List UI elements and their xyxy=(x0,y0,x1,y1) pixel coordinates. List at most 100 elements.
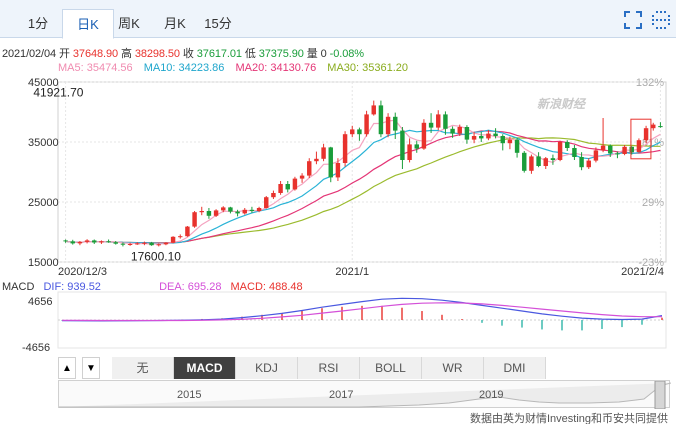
y-tick-label: 35000 xyxy=(28,137,59,149)
candle-body xyxy=(493,133,498,136)
indicator-wr[interactable]: WR xyxy=(422,357,484,379)
candle-body xyxy=(335,163,341,178)
indicator-tabs: 无 MACD KDJ RSI BOLL WR DMI xyxy=(112,357,552,379)
candle xyxy=(285,181,290,193)
candle xyxy=(479,131,484,142)
y-tick-label: 15000 xyxy=(28,257,59,269)
candle-body xyxy=(486,133,491,139)
candle xyxy=(436,110,441,130)
indicator-none[interactable]: 无 xyxy=(112,357,174,379)
candle-body xyxy=(342,134,348,163)
candle-body xyxy=(99,241,104,243)
candle-body xyxy=(350,129,355,135)
candle xyxy=(178,234,183,239)
y-tick-label: 25000 xyxy=(28,197,59,209)
ma10-line xyxy=(65,129,661,244)
candle-body xyxy=(579,157,584,168)
indicator-macd[interactable]: MACD xyxy=(174,357,236,379)
candle xyxy=(350,125,355,138)
candle xyxy=(199,206,204,216)
candle-body xyxy=(550,158,556,160)
overview-handle[interactable] xyxy=(654,381,666,409)
candle-body xyxy=(92,240,97,243)
candle-body xyxy=(206,211,212,216)
scroll-left-button[interactable]: ▲ xyxy=(58,357,76,379)
candle xyxy=(357,127,362,141)
candle-body xyxy=(658,126,663,128)
ma20-line xyxy=(65,130,661,244)
candle-body xyxy=(271,193,276,198)
candle-body xyxy=(149,242,154,246)
candle xyxy=(658,122,663,128)
candle xyxy=(385,113,391,138)
indicator-rsi[interactable]: RSI xyxy=(298,357,360,379)
candle-body xyxy=(299,175,305,179)
candle xyxy=(550,154,556,165)
candle-body xyxy=(593,150,599,161)
candle-body xyxy=(364,114,369,135)
scroll-right-button[interactable]: ▼ xyxy=(82,357,100,379)
candle xyxy=(557,140,563,162)
candle-body xyxy=(371,105,376,115)
candle-body xyxy=(522,152,527,171)
macd-title: MACD xyxy=(2,281,35,293)
candle-body xyxy=(127,244,133,245)
candle xyxy=(278,181,283,195)
candle xyxy=(622,145,627,156)
candle-body xyxy=(436,114,441,128)
candle xyxy=(400,127,405,169)
candle-body xyxy=(77,241,83,244)
candle-body xyxy=(321,147,326,159)
candle-body xyxy=(106,241,111,243)
candle-body xyxy=(264,197,269,208)
candle-body xyxy=(292,178,298,190)
macd-ytick-top: 4656 xyxy=(28,296,53,308)
candle-body xyxy=(278,184,283,193)
candle xyxy=(651,122,656,131)
candle xyxy=(514,137,520,158)
candle-body xyxy=(464,127,470,140)
overview-year-2019: 2019 xyxy=(479,389,504,401)
candle-body xyxy=(407,144,412,160)
overview-navigator[interactable]: 2015 2017 2019 xyxy=(58,380,671,409)
macd-ytick-bottom: -4656 xyxy=(22,342,51,354)
indicator-boll[interactable]: BOLL xyxy=(360,357,422,379)
candle-body xyxy=(307,161,312,176)
candle-body xyxy=(314,158,319,162)
candle-body xyxy=(536,156,541,166)
candle-body xyxy=(586,160,591,168)
candle-body xyxy=(385,116,391,135)
candle xyxy=(314,151,319,165)
indicator-kdj[interactable]: KDJ xyxy=(236,357,298,379)
candle-body xyxy=(443,114,448,129)
candle-body xyxy=(142,242,147,244)
overview-year-2015: 2015 xyxy=(177,389,202,401)
candle xyxy=(307,158,312,178)
candle-body xyxy=(421,122,427,149)
candle xyxy=(586,158,591,169)
candle xyxy=(185,226,190,237)
candle xyxy=(378,100,384,138)
macd-dea: DEA: 695.28 xyxy=(159,281,222,293)
candle-body xyxy=(643,128,649,141)
macd-dif: DIF: 939.52 xyxy=(43,281,101,293)
candle-body xyxy=(213,210,219,216)
candle xyxy=(206,208,212,219)
data-source-note: 数据由英为财情Investing和币安共同提供 xyxy=(469,413,668,424)
candle-body xyxy=(120,243,126,245)
chart-widget: 1分 日K 周K 月K 15分 2021/02/04 开 37648.90 高 … xyxy=(0,0,676,424)
candle xyxy=(600,118,606,153)
candle-body xyxy=(63,240,68,242)
candle-body xyxy=(185,226,190,237)
candle-body xyxy=(393,116,398,131)
candle-body xyxy=(328,147,333,178)
candle xyxy=(292,176,298,191)
candle-body xyxy=(170,236,176,243)
candle-body xyxy=(113,242,118,244)
indicator-dmi[interactable]: DMI xyxy=(484,357,546,379)
candle-body xyxy=(557,142,563,160)
candle xyxy=(342,131,348,167)
candle xyxy=(464,125,470,144)
candle-body xyxy=(565,142,570,148)
candle xyxy=(443,111,448,135)
